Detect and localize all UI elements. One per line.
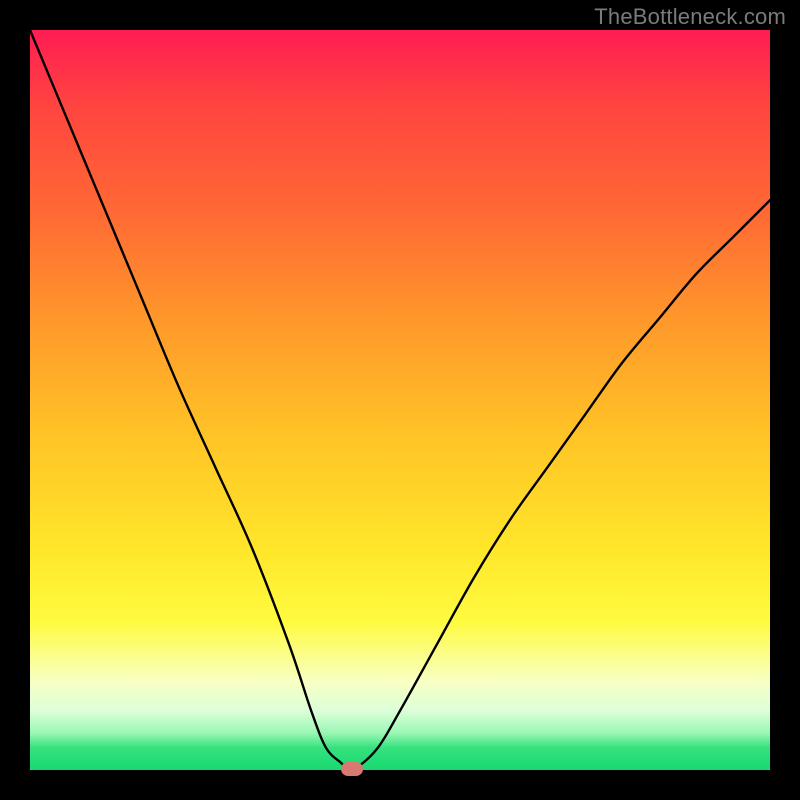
chart-frame: TheBottleneck.com — [0, 0, 800, 800]
watermark-text: TheBottleneck.com — [594, 4, 786, 30]
optimum-marker — [341, 762, 363, 776]
plot-area — [30, 30, 770, 770]
bottleneck-curve — [30, 30, 770, 770]
